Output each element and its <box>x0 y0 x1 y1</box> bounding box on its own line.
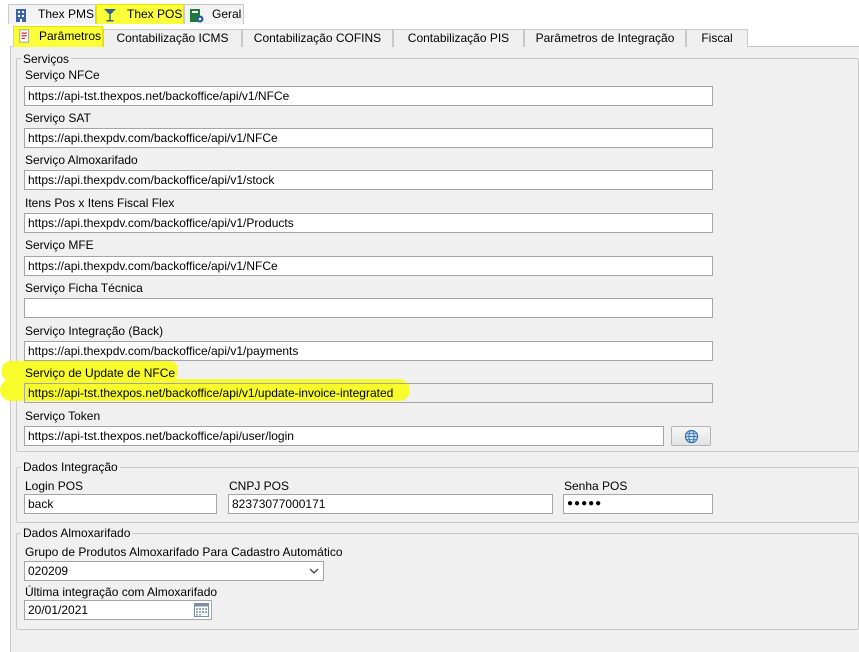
cnpj-pos-input[interactable]: 82373077000171 <box>228 494 553 514</box>
ultima-integracao-input[interactable]: 20/01/2021 <box>24 600 212 620</box>
tab-thex-pms-label: Thex PMS <box>38 7 95 21</box>
servico-sat-input[interactable]: https://api.thexpdv.com/backoffice/api/v… <box>24 128 713 148</box>
servico-token-label: Serviço Token <box>25 409 101 423</box>
servico-token-input[interactable]: https://api-tst.thexpos.net/backoffice/a… <box>24 426 664 446</box>
grupo-produtos-select[interactable]: 020209 <box>24 561 324 581</box>
dados-almoxarifado-title: Dados Almoxarifado <box>21 526 133 540</box>
tab-parametros-integracao-label: Parâmetros de Integração <box>535 31 675 45</box>
tab-parametros-label: Parâmetros <box>39 29 102 43</box>
tab-fiscal-label: Fiscal <box>701 31 733 45</box>
senha-pos-input[interactable]: ●●●●● <box>563 494 713 514</box>
senha-pos-label: Senha POS <box>564 479 628 493</box>
grupo-produtos-value: 020209 <box>28 564 69 578</box>
servico-update-nfce-label: Serviço de Update de NFCe <box>25 366 176 380</box>
tab-geral[interactable]: Geral <box>184 4 244 24</box>
tab-parametros[interactable]: Parâmetros <box>13 26 103 47</box>
ultima-integracao-value: 20/01/2021 <box>28 603 89 617</box>
servico-integracao-back-label: Serviço Integração (Back) <box>25 324 164 338</box>
chevron-down-icon[interactable] <box>309 567 319 575</box>
globe-icon <box>684 429 699 444</box>
servico-almoxarifado-input[interactable]: https://api.thexpdv.com/backoffice/api/v… <box>24 170 713 190</box>
tab-contabilizacao-pis[interactable]: Contabilização PIS <box>393 29 524 47</box>
itens-pos-fiscal-input[interactable]: https://api.thexpdv.com/backoffice/api/v… <box>24 213 713 233</box>
cnpj-pos-label: CNPJ POS <box>229 479 290 493</box>
servico-ficha-tecnica-label: Serviço Ficha Técnica <box>25 281 143 295</box>
settings-document-icon <box>190 9 204 23</box>
ultima-integracao-label: Última integração com Almoxarifado <box>25 585 218 599</box>
calendar-icon[interactable] <box>194 603 209 617</box>
tab-contabilizacao-pis-label: Contabilização PIS <box>407 31 510 45</box>
servico-update-nfce-input[interactable]: https://api-tst.thexpos.net/backoffice/a… <box>24 383 713 403</box>
servicos-group-title: Serviços <box>21 52 72 66</box>
grupo-produtos-label: Grupo de Produtos Almoxarifado Para Cada… <box>25 545 343 559</box>
servico-sat-label: Serviço SAT <box>25 111 91 125</box>
tab-contabilizacao-icms-label: Contabilização ICMS <box>116 31 229 45</box>
parameters-icon <box>19 29 29 43</box>
servico-mfe-input[interactable]: https://api.thexpdv.com/backoffice/api/v… <box>24 256 713 276</box>
tab-thex-pos-label: Thex POS <box>127 7 183 21</box>
servico-integracao-back-input[interactable]: https://api.thexpdv.com/backoffice/api/v… <box>24 341 713 361</box>
tab-contabilizacao-cofins-label: Contabilização COFINS <box>253 31 382 45</box>
itens-pos-fiscal-label: Itens Pos x Itens Fiscal Flex <box>25 196 175 210</box>
building-icon <box>16 9 26 22</box>
tab-contabilizacao-icms[interactable]: Contabilização ICMS <box>103 29 242 47</box>
login-pos-input[interactable]: back <box>24 494 217 514</box>
servico-nfce-label: Serviço NFCe <box>25 68 100 82</box>
dados-integracao-title: Dados Integração <box>21 460 120 474</box>
servico-nfce-input[interactable]: https://api-tst.thexpos.net/backoffice/a… <box>24 86 713 106</box>
tab-fiscal[interactable]: Fiscal <box>686 29 748 47</box>
tab-geral-label: Geral <box>212 7 242 21</box>
test-token-button[interactable] <box>671 426 711 446</box>
tab-contabilizacao-cofins[interactable]: Contabilização COFINS <box>242 29 393 47</box>
tab-thex-pms[interactable]: Thex PMS <box>8 4 96 24</box>
cocktail-icon <box>104 9 116 22</box>
servico-mfe-label: Serviço MFE <box>25 238 94 252</box>
servico-almoxarifado-label: Serviço Almoxarifado <box>25 153 138 167</box>
servico-ficha-tecnica-input[interactable] <box>24 298 713 318</box>
tab-parametros-integracao[interactable]: Parâmetros de Integração <box>524 29 686 47</box>
tab-thex-pos[interactable]: Thex POS <box>96 4 184 24</box>
login-pos-label: Login POS <box>25 479 84 493</box>
